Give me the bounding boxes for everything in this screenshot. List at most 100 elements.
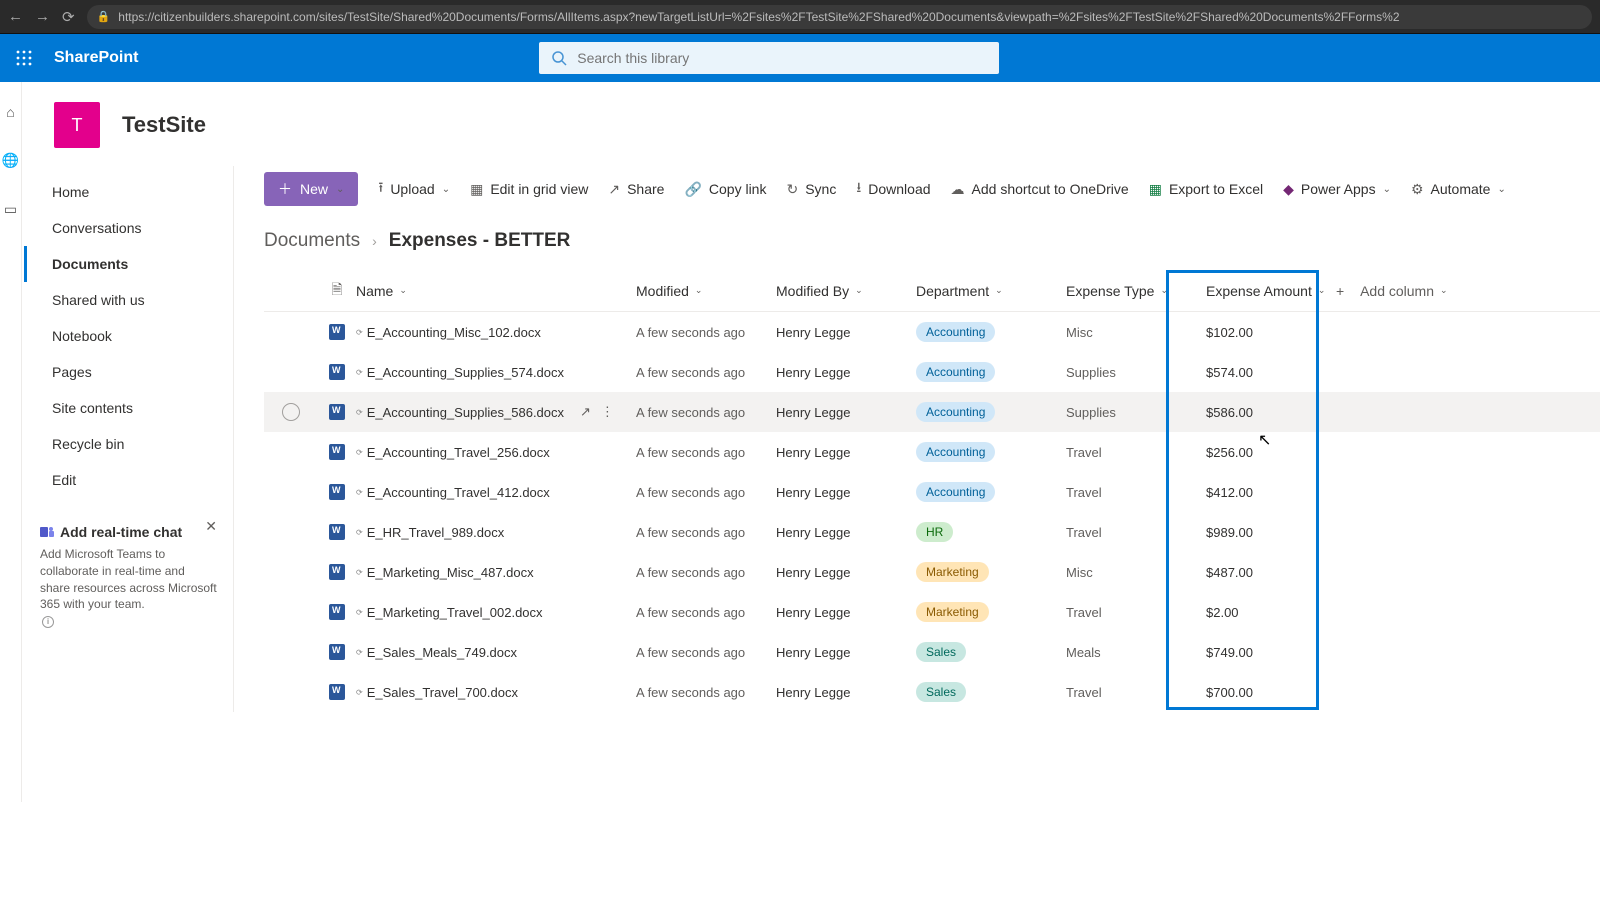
row-select-checkbox[interactable]	[282, 403, 300, 421]
command-bar: ＋ New ⌄ ⭱Upload⌄ ▦Edit in grid view ↗Sha…	[264, 166, 1600, 216]
sync-badge-icon: ⟳	[356, 448, 363, 457]
nav-item-notebook[interactable]: Notebook	[24, 318, 233, 354]
word-doc-icon	[329, 524, 345, 540]
excel-icon: ▦	[1149, 181, 1162, 198]
cell-modified-by[interactable]: Henry Legge	[776, 365, 916, 380]
file-name[interactable]: E_Accounting_Travel_412.docx	[367, 485, 550, 500]
cell-modified-by[interactable]: Henry Legge	[776, 485, 916, 500]
forward-icon[interactable]: →	[35, 8, 50, 25]
close-icon[interactable]: ✕	[205, 518, 217, 535]
search-box[interactable]	[539, 42, 999, 74]
column-header-expense-amount[interactable]: Expense Amount⌄	[1186, 283, 1336, 299]
column-header-expense-type[interactable]: Expense Type⌄	[1066, 283, 1186, 299]
cell-expense-type: Supplies	[1066, 405, 1186, 420]
table-row[interactable]: ⟳E_Sales_Travel_700.docxA few seconds ag…	[264, 672, 1600, 712]
nav-item-site-contents[interactable]: Site contents	[24, 390, 233, 426]
department-pill: Accounting	[916, 482, 995, 502]
chevron-down-icon: ⌄	[1318, 285, 1326, 296]
nav-item-shared-with-us[interactable]: Shared with us	[24, 282, 233, 318]
table-row[interactable]: ⟳E_Accounting_Supplies_586.docx↗⋮A few s…	[264, 392, 1600, 432]
file-name[interactable]: E_HR_Travel_989.docx	[367, 525, 505, 540]
file-name[interactable]: E_Accounting_Supplies_586.docx	[367, 405, 564, 420]
suite-brand[interactable]: SharePoint	[48, 49, 138, 67]
globe-icon[interactable]: 🌐	[2, 152, 19, 169]
sync-badge-icon: ⟳	[356, 528, 363, 537]
reload-icon[interactable]: ⟳	[62, 8, 75, 26]
column-header-department[interactable]: Department⌄	[916, 283, 1066, 299]
power-apps-button[interactable]: ◆Power Apps⌄	[1283, 181, 1391, 198]
home-icon[interactable]: ⌂	[6, 104, 14, 120]
nav-item-documents[interactable]: Documents	[24, 246, 233, 282]
copy-link-button[interactable]: 🔗Copy link	[684, 181, 766, 198]
table-row[interactable]: ⟳E_Accounting_Travel_412.docxA few secon…	[264, 472, 1600, 512]
column-header-modified[interactable]: Modified⌄	[636, 283, 776, 299]
cell-modified-by[interactable]: Henry Legge	[776, 445, 916, 460]
chevron-down-icon: ⌄	[1497, 184, 1505, 195]
table-row[interactable]: ⟳E_Marketing_Travel_002.docxA few second…	[264, 592, 1600, 632]
search-input[interactable]	[577, 50, 987, 66]
table-row[interactable]: ⟳E_Marketing_Misc_487.docxA few seconds …	[264, 552, 1600, 592]
sync-badge-icon: ⟳	[356, 368, 363, 377]
table-row[interactable]: ⟳E_Sales_Meals_749.docxA few seconds ago…	[264, 632, 1600, 672]
breadcrumb-current: Expenses - BETTER	[389, 230, 571, 252]
cell-modified-by[interactable]: Henry Legge	[776, 565, 916, 580]
site-logo[interactable]: T	[54, 102, 100, 148]
file-name[interactable]: E_Accounting_Supplies_574.docx	[367, 365, 564, 380]
nav-item-conversations[interactable]: Conversations	[24, 210, 233, 246]
cell-expense-type: Travel	[1066, 605, 1186, 620]
share-button[interactable]: ↗Share	[608, 181, 664, 198]
nav-item-pages[interactable]: Pages	[24, 354, 233, 390]
info-icon[interactable]: i	[42, 616, 54, 628]
add-column-button[interactable]: + Add column⌄	[1336, 283, 1466, 299]
address-bar[interactable]: 🔒 https://citizenbuilders.sharepoint.com…	[87, 5, 1592, 29]
file-name[interactable]: E_Marketing_Misc_487.docx	[367, 565, 534, 580]
edit-grid-button[interactable]: ▦Edit in grid view	[470, 181, 588, 198]
file-name[interactable]: E_Sales_Travel_700.docx	[367, 685, 518, 700]
word-doc-icon	[329, 684, 345, 700]
files-icon[interactable]: ▭	[4, 201, 17, 218]
nav-item-home[interactable]: Home	[24, 174, 233, 210]
column-header-name[interactable]: Name⌄	[356, 283, 636, 299]
table-row[interactable]: ⟳E_HR_Travel_989.docxA few seconds agoHe…	[264, 512, 1600, 552]
cell-modified-by[interactable]: Henry Legge	[776, 325, 916, 340]
share-icon[interactable]: ↗	[580, 404, 591, 420]
table-row[interactable]: ⟳E_Accounting_Misc_102.docxA few seconds…	[264, 312, 1600, 352]
site-title[interactable]: TestSite	[122, 112, 206, 138]
sync-button[interactable]: ↻Sync	[786, 181, 836, 198]
cell-modified-by[interactable]: Henry Legge	[776, 605, 916, 620]
cell-modified-by[interactable]: Henry Legge	[776, 525, 916, 540]
table-row[interactable]: ⟳E_Accounting_Travel_256.docxA few secon…	[264, 432, 1600, 472]
back-icon[interactable]: ←	[8, 8, 23, 25]
cell-modified-by[interactable]: Henry Legge	[776, 685, 916, 700]
file-type-icon[interactable]: 🗎	[331, 279, 342, 303]
add-shortcut-button[interactable]: ☁Add shortcut to OneDrive	[951, 181, 1129, 198]
link-icon: 🔗	[684, 181, 701, 198]
upload-icon: ⭱	[378, 177, 383, 201]
file-name[interactable]: E_Accounting_Travel_256.docx	[367, 445, 550, 460]
automate-button[interactable]: ⚙Automate⌄	[1411, 181, 1506, 198]
cell-expense-amount: $574.00	[1186, 365, 1336, 380]
file-name[interactable]: E_Marketing_Travel_002.docx	[367, 605, 543, 620]
file-name[interactable]: E_Sales_Meals_749.docx	[367, 645, 517, 660]
file-name[interactable]: E_Accounting_Misc_102.docx	[367, 325, 541, 340]
department-pill: Accounting	[916, 442, 995, 462]
breadcrumb-root[interactable]: Documents	[264, 230, 360, 252]
cell-expense-amount: $749.00	[1186, 645, 1336, 660]
table-row[interactable]: ⟳E_Accounting_Supplies_574.docxA few sec…	[264, 352, 1600, 392]
nav-item-recycle-bin[interactable]: Recycle bin	[24, 426, 233, 462]
export-excel-button[interactable]: ▦Export to Excel	[1149, 181, 1263, 198]
suite-bar: SharePoint	[0, 34, 1600, 82]
lock-icon: 🔒	[97, 10, 111, 23]
upload-button[interactable]: ⭱Upload⌄	[378, 177, 450, 201]
column-header-modified-by[interactable]: Modified By⌄	[776, 283, 916, 299]
nav-item-edit[interactable]: Edit	[24, 462, 233, 498]
more-icon[interactable]: ⋮	[601, 404, 614, 420]
cell-expense-type: Meals	[1066, 645, 1186, 660]
cell-modified-by[interactable]: Henry Legge	[776, 645, 916, 660]
app-launcher-icon[interactable]	[0, 50, 48, 66]
department-pill: Sales	[916, 682, 966, 702]
cell-modified-by[interactable]: Henry Legge	[776, 405, 916, 420]
new-button[interactable]: ＋ New ⌄	[264, 172, 358, 206]
download-button[interactable]: ⭳Download	[856, 177, 930, 201]
download-icon: ⭳	[856, 177, 861, 201]
